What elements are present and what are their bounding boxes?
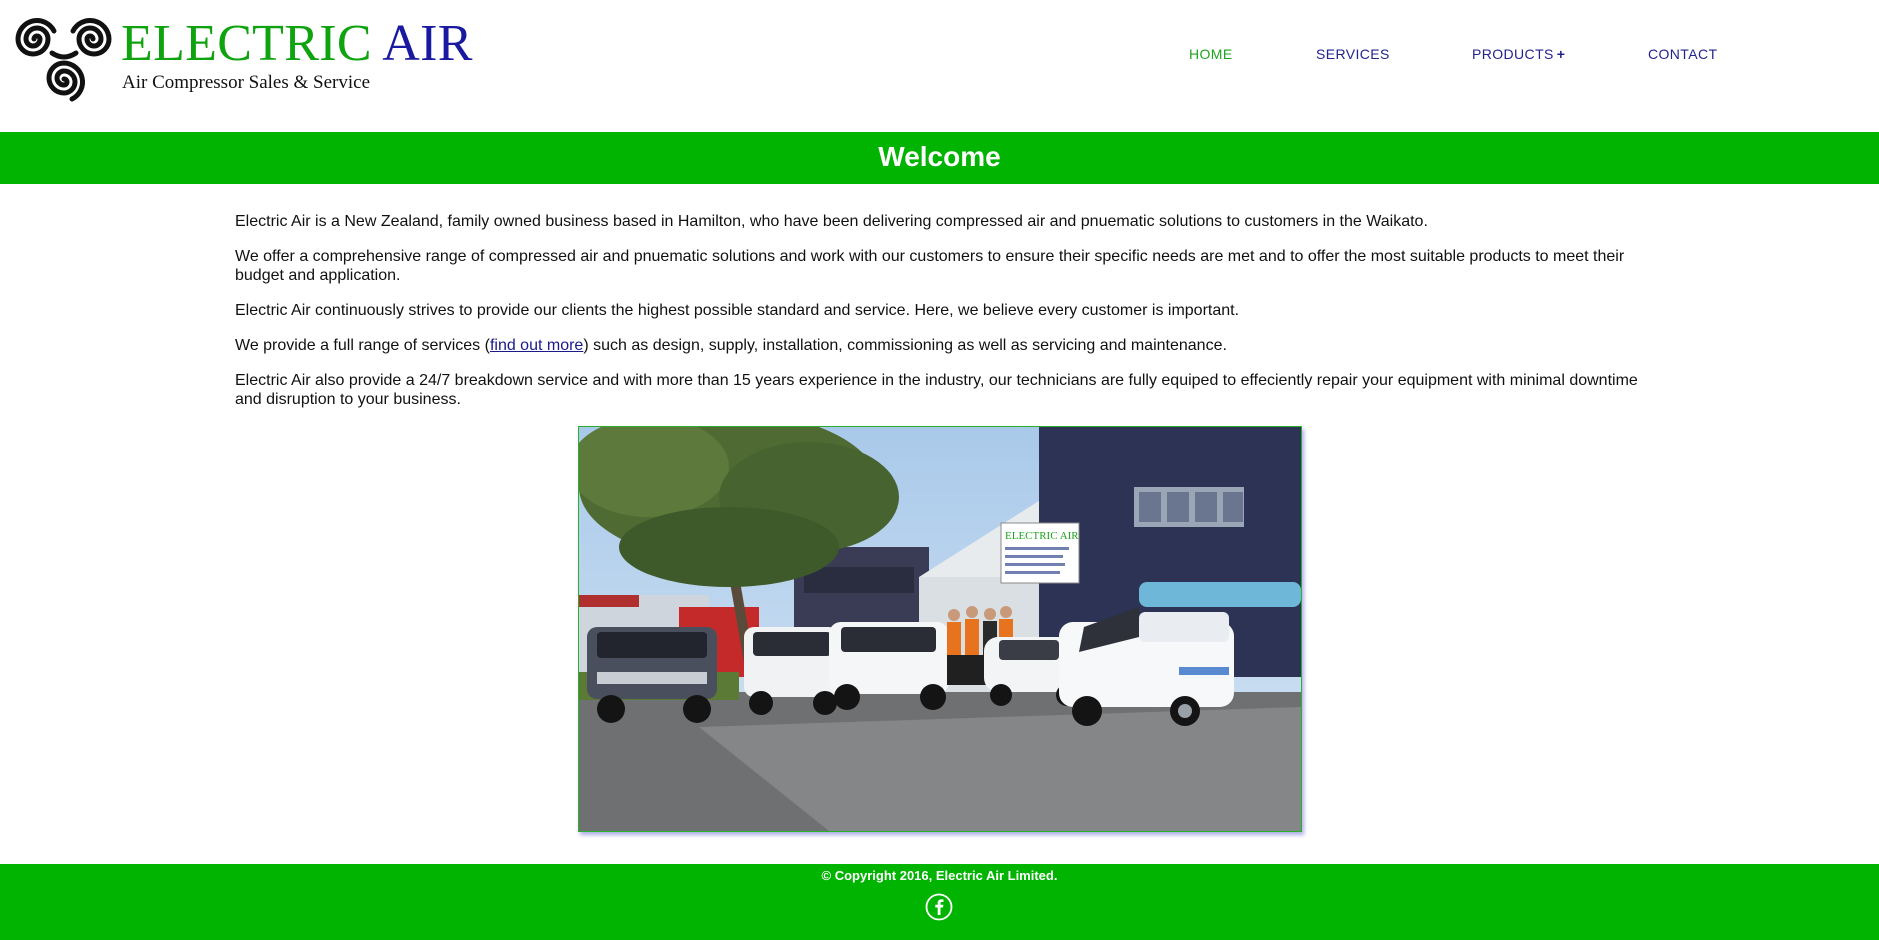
nav-item-contact[interactable]: CONTACT <box>1648 46 1717 62</box>
services-text-before: We provide a full range of services ( <box>235 337 490 354</box>
services-paragraph: We provide a full range of services (fin… <box>235 336 1645 355</box>
nav-item-products[interactable]: PRODUCTS + <box>1472 46 1565 62</box>
offer-paragraph: We offer a comprehensive range of compre… <box>235 248 1625 284</box>
facebook-icon[interactable] <box>925 893 953 921</box>
main-nav: HOME SERVICES PRODUCTS + CONTACT <box>0 46 1879 66</box>
copyright-text: © Copyright 2016, Electric Air Limited. <box>821 868 1058 883</box>
welcome-banner: Welcome <box>0 132 1879 184</box>
breakdown-paragraph: Electric Air also provide a 24/7 breakdo… <box>235 372 1638 408</box>
main-content: Electric Air is a New Zealand, family ow… <box>235 212 1645 425</box>
nav-item-products-label: PRODUCTS <box>1472 46 1554 62</box>
standard-paragraph: Electric Air continuously strives to pro… <box>235 302 1240 319</box>
find-out-more-link[interactable]: find out more <box>490 337 583 354</box>
site-header: ELECTRIC AIR Air Compressor Sales & Serv… <box>0 0 1879 132</box>
plus-icon: + <box>1556 46 1566 62</box>
nav-item-home[interactable]: HOME <box>1189 46 1233 62</box>
site-footer: © Copyright 2016, Electric Air Limited. <box>0 864 1879 940</box>
services-text-after: ) such as design, supply, installation, … <box>583 337 1227 354</box>
team-photo: ELECTRIC AIR <box>578 426 1302 832</box>
photo-sign-text: ELECTRIC AIR <box>1005 530 1079 542</box>
nav-item-services[interactable]: SERVICES <box>1316 46 1390 62</box>
page-title: Welcome <box>878 141 1001 172</box>
intro-paragraph: Electric Air is a New Zealand, family ow… <box>235 213 1428 230</box>
team-photo-illustration: ELECTRIC AIR <box>579 427 1301 831</box>
brand-tagline: Air Compressor Sales & Service <box>122 72 371 93</box>
